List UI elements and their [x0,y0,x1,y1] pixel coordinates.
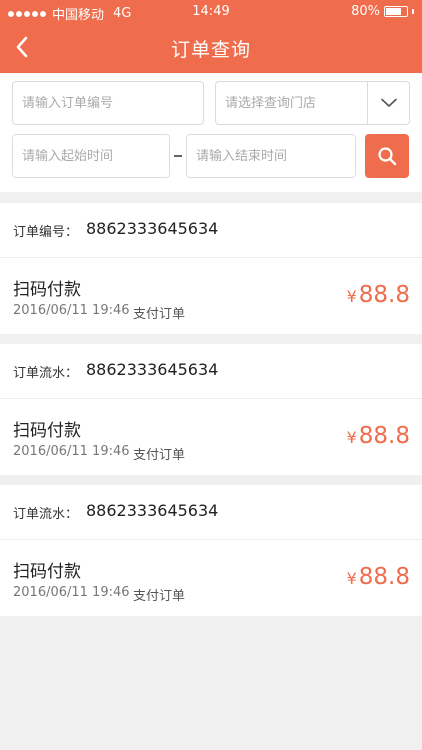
order-id-row: 订单编号： 8862333645634 [0,203,422,258]
order-id-row: 订单流水： 8862333645634 [0,344,422,399]
order-card[interactable]: 订单编号： 8862333645634 扫码付款 2016/06/11 19:4… [0,203,422,334]
status-right: 80% [351,4,414,19]
store-dropdown-button[interactable] [367,82,409,124]
start-time-input[interactable] [22,148,169,164]
order-status: 支付订单 [133,589,186,604]
order-title: 扫码付款 [13,562,81,582]
currency-symbol: ¥ [346,287,357,306]
order-number-field[interactable] [12,81,204,125]
order-id-label: 订单流水： [13,366,79,381]
order-id-value: 8862333645634 [86,360,219,379]
order-date: 2016/06/11 19:46 [13,585,130,600]
filter-panel [0,73,422,192]
order-card[interactable]: 订单流水： 8862333645634 扫码付款 2016/06/11 19:4… [0,485,422,616]
end-time-input[interactable] [196,148,355,164]
nav-bar: 订单查询 [0,22,422,73]
order-number-input[interactable] [22,95,203,111]
order-title: 扫码付款 [13,421,81,441]
amount-value: 88.8 [358,564,410,590]
search-button[interactable] [365,134,409,178]
app-header: 中国移动 4G 14:49 80% 订单查询 [0,0,422,73]
order-card[interactable]: 订单流水： 8862333645634 扫码付款 2016/06/11 19:4… [0,344,422,475]
order-id-row: 订单流水： 8862333645634 [0,485,422,540]
store-select[interactable] [215,81,410,125]
end-time-field[interactable] [186,134,356,178]
order-id-value: 8862333645634 [86,501,219,520]
order-amount: ¥ 88.8 [347,423,410,449]
order-id-label: 订单流水： [13,507,79,522]
range-separator [174,155,182,157]
currency-symbol: ¥ [346,569,357,588]
order-date: 2016/06/11 19:46 [13,303,130,318]
order-status: 支付订单 [133,307,186,322]
order-amount: ¥ 88.8 [347,282,410,308]
battery-icon [384,6,408,17]
chevron-down-icon [380,98,397,107]
order-id-value: 8862333645634 [86,219,219,238]
order-title: 扫码付款 [13,280,81,300]
amount-value: 88.8 [358,423,410,449]
start-time-field[interactable] [12,134,170,178]
currency-symbol: ¥ [346,428,357,447]
battery-tip [412,9,414,14]
order-id-label: 订单编号： [13,225,79,240]
order-amount: ¥ 88.8 [347,564,410,590]
page-title: 订单查询 [170,39,251,61]
order-status: 支付订单 [133,448,186,463]
status-bar: 中国移动 4G 14:49 80% [0,0,422,23]
amount-value: 88.8 [358,282,410,308]
order-date: 2016/06/11 19:46 [13,444,130,459]
search-icon [378,147,397,166]
battery-percent: 80% [351,4,380,19]
